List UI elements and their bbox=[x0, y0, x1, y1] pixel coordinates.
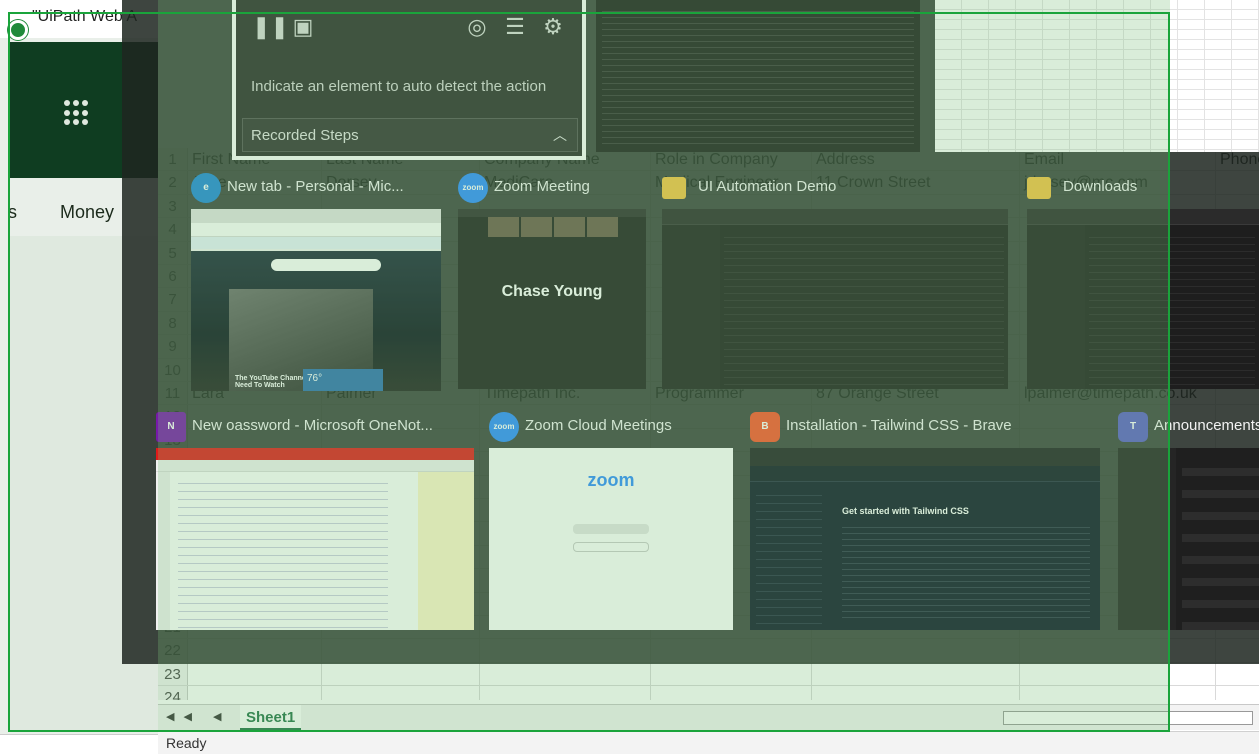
teams-thumbnail[interactable] bbox=[1118, 448, 1259, 630]
recorded-steps-header[interactable]: Recorded Steps ︿ bbox=[242, 118, 578, 152]
downloads-folder-icon bbox=[1027, 177, 1051, 199]
window-teams-header: T Announcements bbox=[1118, 412, 1259, 442]
window-zoom-meeting-header: zoom Zoom Meeting bbox=[458, 173, 646, 203]
table-cell[interactable] bbox=[188, 686, 322, 700]
table-cell[interactable] bbox=[1216, 663, 1259, 685]
teams-icon: T bbox=[1118, 412, 1148, 442]
explorer-thumbnail[interactable] bbox=[662, 209, 1008, 389]
nav-item-money[interactable]: Money bbox=[60, 202, 114, 223]
join-meeting-button[interactable] bbox=[573, 524, 649, 534]
zoom-cloud-thumbnail[interactable]: zoom bbox=[489, 448, 733, 630]
recorder-hint: Indicate an element to auto detect the a… bbox=[251, 78, 547, 95]
table-cell[interactable] bbox=[651, 662, 812, 686]
visual-studio-thumbnail[interactable] bbox=[596, 0, 920, 152]
folder-icon bbox=[662, 177, 686, 199]
table-cell[interactable] bbox=[480, 686, 651, 700]
zoom-logo: zoom bbox=[587, 470, 635, 490]
table-cell[interactable] bbox=[812, 662, 1020, 686]
window-tailwind-header: B Installation - Tailwind CSS - Brave bbox=[750, 412, 1100, 442]
zoom-icon: zoom bbox=[489, 412, 519, 442]
horizontal-scrollbar[interactable] bbox=[1003, 711, 1253, 725]
chevron-up-icon[interactable]: ︿ bbox=[553, 125, 567, 145]
table-cell[interactable] bbox=[1216, 686, 1259, 700]
table-cell[interactable] bbox=[1020, 662, 1216, 686]
window-onenote-header: N New oassword - Microsoft OneNot... bbox=[156, 412, 474, 442]
edge-icon: e bbox=[191, 173, 221, 203]
list-icon[interactable]: ☰ bbox=[502, 14, 528, 40]
window-title: Zoom Cloud Meetings bbox=[525, 417, 672, 434]
save-icon[interactable]: ▣ bbox=[290, 14, 316, 40]
row-number[interactable]: 24 bbox=[158, 686, 188, 700]
settings-dropdown-icon[interactable]: ⚙ bbox=[540, 14, 566, 40]
tailwind-thumbnail[interactable]: Get started with Tailwind CSS bbox=[750, 448, 1100, 630]
zoom-icon: zoom bbox=[458, 173, 488, 203]
window-title: UI Automation Demo bbox=[698, 178, 837, 195]
table-cell[interactable] bbox=[322, 686, 480, 700]
zoom-meeting-thumbnail[interactable]: Chase Young bbox=[458, 209, 646, 389]
window-title: New tab - Personal - Mic... bbox=[227, 178, 404, 195]
window-title: Downloads bbox=[1063, 178, 1138, 195]
table-cell[interactable] bbox=[322, 662, 480, 686]
window-title: New oassword - Microsoft OneNot... bbox=[192, 417, 433, 434]
table-row: 23 bbox=[158, 662, 1259, 687]
excel-thumbnail[interactable] bbox=[935, 0, 1259, 152]
table-row: 24 bbox=[158, 686, 1259, 700]
sheet-bar: ◀◀ ◀ ▶ ▶▶ Sheet1 bbox=[158, 704, 1259, 731]
nav-item-partial[interactable]: s bbox=[8, 202, 17, 223]
recorded-steps-label: Recorded Steps bbox=[251, 127, 359, 144]
table-cell[interactable] bbox=[480, 662, 651, 686]
table-cell[interactable] bbox=[188, 662, 322, 686]
table-cell[interactable] bbox=[1020, 686, 1216, 700]
table-cell[interactable] bbox=[651, 686, 812, 700]
uipath-bottom-bar bbox=[0, 734, 158, 754]
window-edge-header: e New tab - Personal - Mic... bbox=[191, 173, 441, 203]
recorder-panel: ❚❚ ▣ ◎ ☰ ⚙ Indicate an element to auto d… bbox=[232, 0, 586, 160]
brave-icon: B bbox=[750, 412, 780, 442]
participant-name: Chase Young bbox=[501, 283, 603, 300]
window-title: Announcements bbox=[1154, 417, 1259, 434]
target-icon[interactable]: ◎ bbox=[464, 14, 490, 40]
app-launcher-icon[interactable] bbox=[64, 100, 90, 126]
window-title: Zoom Meeting bbox=[494, 178, 590, 195]
window-ui-automation-demo-header: UI Automation Demo bbox=[662, 173, 1008, 203]
row-number[interactable]: 23 bbox=[158, 662, 188, 686]
status-bar: Ready bbox=[158, 731, 1259, 754]
onenote-thumbnail[interactable] bbox=[156, 448, 474, 630]
window-zoom-cloud-header: zoom Zoom Cloud Meetings bbox=[489, 412, 733, 442]
tailwind-heading: Get started with Tailwind CSS bbox=[842, 506, 969, 516]
onenote-icon: N bbox=[156, 412, 186, 442]
table-cell[interactable] bbox=[812, 686, 1020, 700]
downloads-thumbnail[interactable] bbox=[1027, 209, 1259, 389]
pause-icon[interactable]: ❚❚ bbox=[252, 14, 289, 40]
window-title: Installation - Tailwind CSS - Brave bbox=[786, 417, 1012, 434]
sign-in-button[interactable] bbox=[573, 542, 649, 552]
recorder-controls: ❚❚ ▣ ◎ ☰ ⚙ bbox=[250, 14, 570, 44]
edge-thumbnail[interactable]: The YouTube Channel Sci-Fi Fans Need To … bbox=[191, 209, 441, 391]
window-downloads-header: Downloads bbox=[1027, 173, 1259, 203]
sheet-tab[interactable]: Sheet1 bbox=[240, 705, 302, 731]
uipath-logo-icon bbox=[8, 20, 28, 40]
